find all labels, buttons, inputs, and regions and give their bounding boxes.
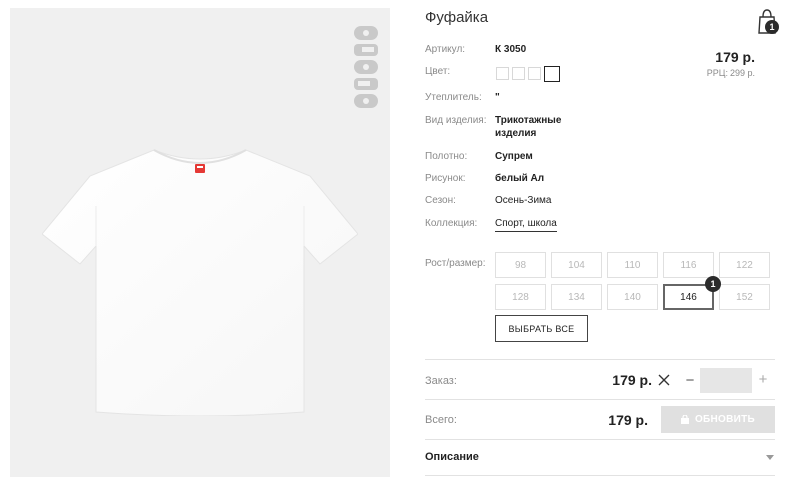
tshirt-image bbox=[42, 149, 358, 416]
color-swatches bbox=[496, 66, 560, 82]
update-button[interactable]: ОБНОВИТЬ bbox=[661, 406, 775, 433]
size-option[interactable]: 134 bbox=[551, 284, 602, 310]
brand-logo bbox=[354, 26, 378, 108]
total-price: 179 р. bbox=[608, 412, 648, 428]
product-title: Фуфайка bbox=[425, 9, 489, 26]
size-grid: 98 104 110 116 122 128 134 140 146 152 bbox=[495, 252, 770, 310]
insulation-value: " bbox=[495, 92, 500, 103]
divider bbox=[425, 439, 775, 440]
color-swatch[interactable] bbox=[512, 67, 525, 80]
size-option[interactable]: 152 bbox=[719, 284, 770, 310]
fabric-value: Супрем bbox=[495, 151, 533, 162]
collection-link[interactable]: Спорт, школа bbox=[495, 217, 557, 232]
order-label: Заказ: bbox=[425, 375, 457, 387]
type-value-line1: Трикотажные bbox=[495, 115, 562, 126]
color-swatch[interactable] bbox=[496, 67, 509, 80]
select-all-button[interactable]: ВЫБРАТЬ ВСЕ bbox=[495, 315, 588, 342]
cart-count-badge: 1 bbox=[765, 20, 779, 34]
product-price: 179 р. bbox=[715, 49, 755, 65]
season-value: Осень-Зима bbox=[495, 195, 552, 206]
quantity-plus-button[interactable]: + bbox=[757, 371, 769, 388]
order-price: 179 р. bbox=[612, 372, 652, 388]
size-option[interactable]: 110 bbox=[607, 252, 658, 278]
type-value-line2: изделия bbox=[495, 128, 537, 139]
rrp-value: 299 р. bbox=[729, 68, 755, 78]
divider bbox=[425, 475, 775, 476]
pattern-label: Рисунок: bbox=[425, 173, 466, 184]
quantity-input[interactable] bbox=[700, 368, 752, 393]
insulation-label: Утеплитель: bbox=[425, 92, 482, 103]
lock-icon bbox=[680, 415, 689, 424]
size-option[interactable]: 128 bbox=[495, 284, 546, 310]
color-label: Цвет: bbox=[425, 66, 451, 77]
divider bbox=[425, 359, 775, 360]
color-swatch-selected[interactable] bbox=[544, 66, 560, 82]
pattern-value: белый Ал bbox=[495, 173, 545, 184]
update-button-label: ОБНОВИТЬ bbox=[694, 414, 756, 425]
divider bbox=[425, 399, 775, 400]
total-label: Всего: bbox=[425, 414, 457, 426]
article-label: Артикул: bbox=[425, 44, 466, 55]
size-option[interactable]: 116 bbox=[663, 252, 714, 278]
quantity-minus-button[interactable]: − bbox=[684, 372, 696, 389]
collection-label: Коллекция: bbox=[425, 218, 478, 229]
size-label: Рост/размер: bbox=[425, 258, 486, 269]
close-icon[interactable] bbox=[657, 373, 671, 387]
type-value: Трикотажные изделия bbox=[495, 114, 561, 140]
article-value: К 3050 bbox=[495, 44, 527, 55]
size-count-badge: 1 bbox=[705, 276, 721, 292]
chevron-down-icon[interactable] bbox=[766, 453, 774, 461]
size-option[interactable]: 140 bbox=[607, 284, 658, 310]
fabric-label: Полотно: bbox=[425, 151, 468, 162]
type-label: Вид изделия: bbox=[425, 115, 487, 126]
product-photo[interactable] bbox=[10, 8, 390, 477]
size-option[interactable]: 98 bbox=[495, 252, 546, 278]
size-option[interactable]: 122 bbox=[719, 252, 770, 278]
size-option[interactable]: 104 bbox=[551, 252, 602, 278]
rrp-price: РРЦ: 299 р. bbox=[705, 68, 755, 78]
season-label: Сезон: bbox=[425, 195, 456, 206]
color-swatch[interactable] bbox=[528, 67, 541, 80]
rrp-label: РРЦ: bbox=[706, 68, 728, 78]
description-toggle[interactable]: Описание bbox=[425, 451, 479, 463]
